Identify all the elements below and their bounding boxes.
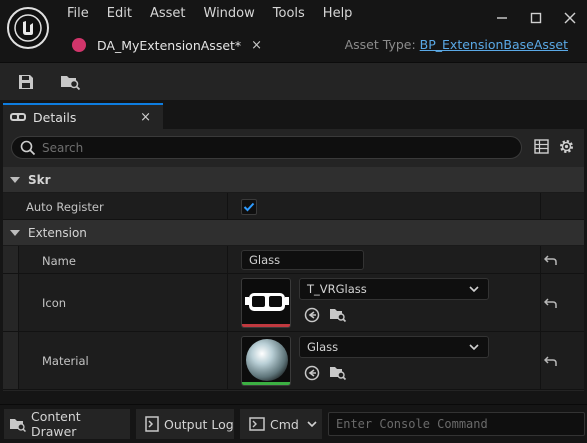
document-tab[interactable]: DA_MyExtensionAsset* × [62, 30, 272, 60]
menu-edit[interactable]: Edit [98, 5, 141, 23]
save-icon [19, 75, 33, 89]
title-bar: File Edit Asset Window Tools Help DA_MyE… [0, 0, 587, 62]
cmd-label: Cmd [270, 416, 299, 432]
content-drawer-button[interactable]: Content Drawer [4, 409, 130, 439]
terminal-icon [249, 417, 265, 431]
reset-to-default-icon[interactable] [541, 250, 561, 270]
menu-help[interactable]: Help [314, 5, 362, 23]
document-tab-title: DA_MyExtensionAsset* [97, 37, 242, 53]
maximize-icon[interactable] [519, 5, 553, 31]
close-icon[interactable] [553, 5, 587, 31]
search-bar [11, 136, 522, 159]
minimize-icon[interactable] [485, 5, 519, 31]
status-bar: Content Drawer Output Log Cmd [0, 404, 587, 443]
data-asset-icon [72, 38, 86, 52]
icon-texture-thumbnail[interactable] [241, 278, 291, 328]
tab-details[interactable]: Details × [3, 103, 163, 129]
chevron-down-icon [469, 344, 479, 350]
output-log-icon [145, 416, 159, 432]
property-row-material: Material Glass [3, 332, 584, 390]
menu-tools[interactable]: Tools [264, 5, 314, 23]
browse-asset-icon[interactable] [329, 306, 347, 324]
icon-asset-value: T_VRGlass [307, 282, 367, 296]
tab-details-close-button[interactable]: × [140, 110, 151, 125]
menu-window[interactable]: Window [195, 5, 264, 23]
menu-asset[interactable]: Asset [141, 5, 195, 23]
save-button[interactable] [12, 69, 40, 95]
details-panel-header: Details × [0, 101, 587, 129]
category-skr-label: Skr [28, 172, 51, 187]
expand-arrow-icon [10, 176, 20, 183]
output-log-button[interactable]: Output Log [136, 409, 234, 439]
reset-to-default-icon[interactable] [541, 351, 561, 371]
output-log-label: Output Log [164, 416, 234, 432]
auto-register-checkbox[interactable] [241, 199, 257, 215]
browse-asset-icon[interactable] [329, 364, 347, 382]
menu-bar: File Edit Asset Window Tools Help [58, 5, 361, 23]
category-skr[interactable]: Skr [3, 167, 584, 193]
details-panel: Skr Auto Register Extension Name Glass I… [3, 129, 584, 391]
search-icon [20, 140, 36, 155]
details-glasses-icon [10, 113, 26, 121]
asset-type-info: Asset Type: BP_ExtensionBaseAsset [345, 37, 568, 52]
menu-file[interactable]: File [58, 5, 98, 23]
settings-gear-icon[interactable] [558, 138, 576, 156]
texture-type-bar [242, 324, 290, 327]
name-text-field[interactable]: Glass [241, 250, 364, 270]
window-controls [485, 5, 587, 31]
console-command-field [328, 412, 585, 436]
search-input[interactable] [42, 140, 502, 155]
tab-details-label: Details [33, 109, 77, 125]
vr-glasses-icon [245, 293, 289, 311]
icon-label: Icon [42, 296, 67, 310]
document-tab-close-button[interactable]: × [251, 38, 262, 53]
checkmark-icon [243, 202, 255, 212]
material-sphere-icon [246, 339, 288, 381]
content-drawer-label: Content Drawer [30, 409, 81, 439]
material-asset-value: Glass [307, 340, 339, 354]
property-row-icon: Icon T_VRGlass [3, 274, 584, 332]
property-matrix-icon[interactable] [534, 139, 550, 155]
use-selected-asset-icon[interactable] [303, 364, 321, 382]
material-label: Material [42, 354, 89, 368]
material-thumbnail[interactable] [241, 336, 291, 386]
expand-arrow-icon [10, 229, 20, 236]
cmd-selector[interactable]: Cmd [240, 409, 322, 439]
auto-register-label: Auto Register [26, 200, 104, 214]
name-label: Name [42, 254, 76, 268]
property-row-auto-register: Auto Register [3, 193, 584, 220]
reset-to-default-icon[interactable] [541, 293, 561, 313]
chevron-down-icon [469, 286, 479, 292]
console-command-input[interactable] [336, 417, 576, 431]
content-drawer-icon [9, 419, 27, 432]
category-extension[interactable]: Extension [3, 220, 584, 246]
icon-asset-picker[interactable]: T_VRGlass [299, 278, 489, 300]
category-extension-label: Extension [28, 225, 87, 240]
asset-type-link[interactable]: BP_ExtensionBaseAsset [420, 37, 568, 52]
asset-toolbar [0, 62, 587, 100]
browse-to-asset-icon [61, 76, 81, 91]
material-type-bar [242, 382, 290, 385]
browse-to-asset-button[interactable] [56, 69, 84, 95]
property-row-name: Name Glass [3, 246, 584, 274]
use-selected-asset-icon[interactable] [303, 306, 321, 324]
asset-type-label: Asset Type: [344, 37, 420, 52]
chevron-down-icon [307, 421, 317, 427]
unreal-logo-icon[interactable] [7, 7, 49, 49]
material-asset-picker[interactable]: Glass [299, 336, 489, 358]
